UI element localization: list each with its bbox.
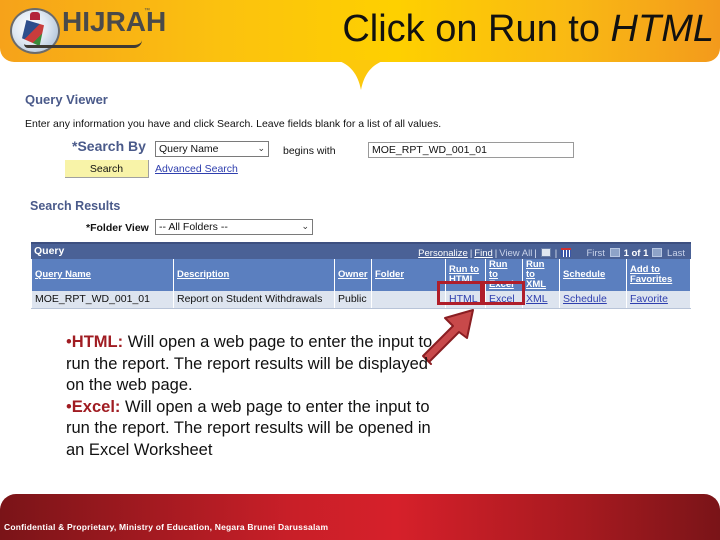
note-html: •HTML: Will open a web page to enter the… — [66, 333, 433, 394]
footer-text: Confidential & Proprietary, Ministry of … — [4, 522, 329, 532]
cell-run-xml: XML — [522, 291, 560, 309]
note-keyword: HTML: — [71, 333, 124, 351]
results-table: Query Name Description Owner Folder Run … — [31, 259, 691, 309]
column-header-owner[interactable]: Owner — [334, 259, 372, 291]
search-by-label: *Search By — [72, 138, 146, 154]
hijrah-logo: HIJRAH ™ — [4, 2, 166, 54]
column-header-schedule[interactable]: Schedule — [559, 259, 627, 291]
download-grid-icon[interactable] — [561, 248, 572, 257]
search-button[interactable]: Search — [65, 160, 149, 178]
query-results-grid: Query Personalize | Find | View All | | First … — [31, 242, 691, 309]
folder-view-select[interactable]: -- All Folders -- ⌄ — [155, 219, 313, 235]
page-title: Query Viewer — [25, 92, 108, 107]
column-header-folder[interactable]: Folder — [371, 259, 446, 291]
slide-title: Click on Run to HTML — [342, 8, 714, 51]
zoom-icon[interactable] — [540, 248, 551, 257]
chevron-down-icon: ⌄ — [257, 143, 265, 153]
row-count: 1 of 1 — [623, 248, 649, 259]
view-all-link[interactable]: View All — [499, 248, 532, 259]
trademark-symbol: ™ — [144, 8, 150, 14]
cell-favorite: Favorite — [626, 291, 691, 309]
column-header-run-excel[interactable]: Run to Excel — [485, 259, 523, 291]
cell-description: Report on Student Withdrawals — [173, 291, 335, 309]
schedule-link[interactable]: Schedule — [563, 293, 607, 305]
advanced-search-link[interactable]: Advanced Search — [155, 163, 238, 175]
folder-view-value: -- All Folders -- — [159, 221, 228, 233]
last-link[interactable]: Last — [667, 248, 685, 259]
grid-navigation: Personalize | Find | View All | | First 1 of 1… — [418, 248, 685, 259]
note-text: Will open a web page to enter the input … — [66, 397, 431, 459]
cell-owner: Public — [334, 291, 372, 309]
table-row: MOE_RPT_WD_001_01 Report on Student With… — [31, 291, 691, 309]
logo-swoosh — [24, 40, 142, 48]
run-to-xml-link[interactable]: XML — [526, 293, 548, 305]
crown-icon — [30, 12, 40, 20]
grid-title: Query — [34, 245, 65, 257]
search-by-select[interactable]: Query Name ⌄ — [155, 141, 269, 157]
next-arrow-icon[interactable] — [652, 248, 663, 257]
first-link[interactable]: First — [586, 248, 604, 259]
note-excel: •Excel: Will open a web page to enter th… — [66, 397, 431, 459]
column-header-run-xml[interactable]: Run to XML — [522, 259, 560, 291]
instructions-text: Enter any information you have and click… — [25, 118, 442, 130]
search-by-value: Query Name — [159, 143, 219, 155]
add-to-favorites-link[interactable]: Favorite — [630, 293, 668, 305]
explanation-notes: •HTML: Will open a web page to enter the… — [66, 332, 436, 461]
column-header-run-html[interactable]: Run to HTML — [445, 259, 486, 291]
search-results-heading: Search Results — [30, 199, 121, 213]
banner-pointer — [336, 60, 386, 90]
cell-query-name: MOE_RPT_WD_001_01 — [31, 291, 174, 309]
grid-titlebar: Query Personalize | Find | View All | | First … — [31, 242, 691, 259]
logo-text: HIJRAH — [62, 6, 167, 37]
column-header-favorites[interactable]: Add to Favorites — [626, 259, 691, 291]
folder-view-label: *Folder View — [86, 222, 149, 234]
table-header-row: Query Name Description Owner Folder Run … — [31, 259, 691, 291]
column-header-query-name[interactable]: Query Name — [31, 259, 174, 291]
column-header-description[interactable]: Description — [173, 259, 335, 291]
search-value-input[interactable] — [368, 142, 574, 158]
find-link[interactable]: Find — [474, 248, 492, 259]
slide-title-emphasis: HTML — [610, 8, 714, 50]
personalize-link[interactable]: Personalize — [418, 248, 468, 259]
note-keyword: Excel: — [71, 397, 121, 416]
footer-band — [0, 494, 720, 540]
previous-arrow-icon[interactable] — [609, 248, 620, 257]
cell-schedule: Schedule — [559, 291, 627, 309]
chevron-down-icon: ⌄ — [301, 221, 309, 231]
slide-title-text: Click on Run to — [342, 8, 611, 50]
operator-label: begins with — [283, 145, 336, 157]
